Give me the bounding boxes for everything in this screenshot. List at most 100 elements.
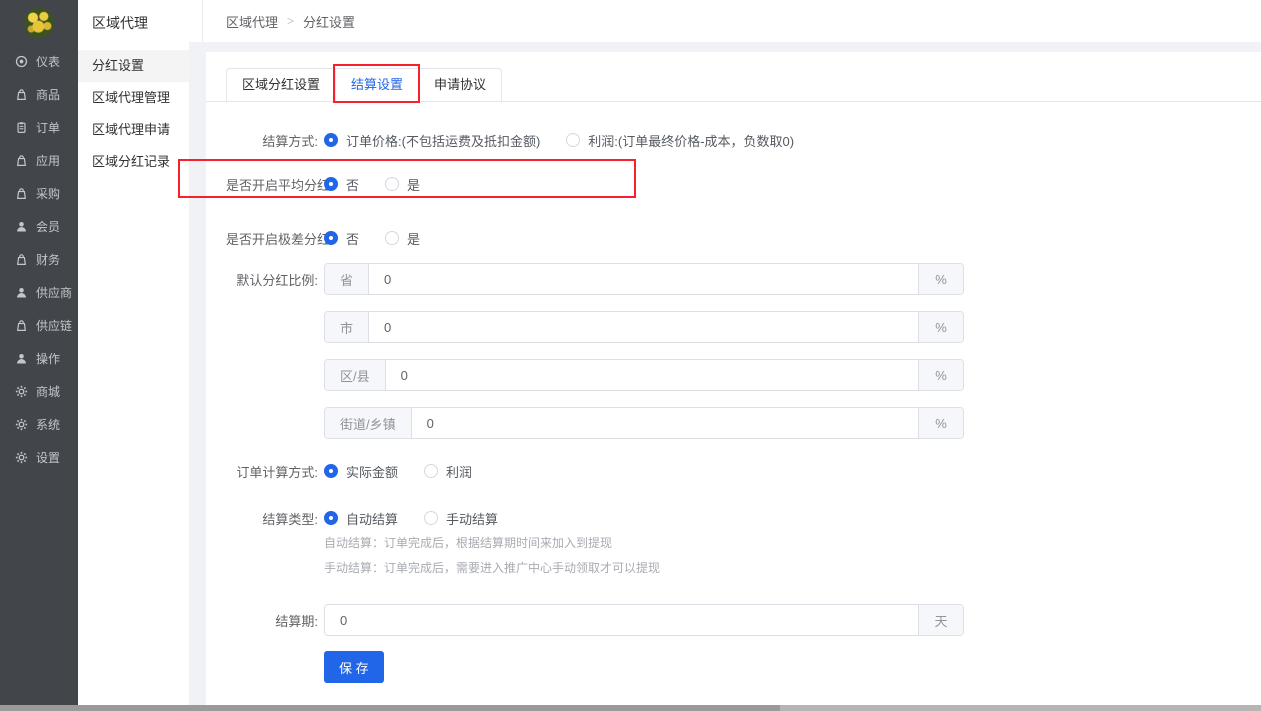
sidebar-item-goods[interactable]: 商品 bbox=[0, 78, 78, 111]
bag-icon bbox=[15, 88, 28, 101]
radio-order-calc-option-1[interactable]: 利润 bbox=[424, 462, 472, 481]
ratio-province-input[interactable] bbox=[369, 264, 918, 294]
form-row-ratio-city: 市% bbox=[206, 311, 1261, 343]
sidebar-item-settings[interactable]: 设置 bbox=[0, 441, 78, 474]
button-control: 保 存 bbox=[324, 651, 384, 683]
hint-control: 自动结算：订单完成后，根据结算期时间来加入到提现 bbox=[324, 534, 612, 551]
radio-label: 否 bbox=[346, 175, 359, 194]
submenu-item-dividend-settings[interactable]: 分红设置 bbox=[78, 50, 189, 82]
sidebar-item-dashboard[interactable]: 仪表 bbox=[0, 45, 78, 78]
submenu-item-agent-management[interactable]: 区域代理管理 bbox=[78, 82, 189, 114]
ratio-street-input[interactable] bbox=[412, 408, 918, 438]
breadcrumb-item-parent[interactable]: 区域代理 bbox=[226, 12, 278, 31]
sidebar-item-system[interactable]: 系统 bbox=[0, 408, 78, 441]
field-label: 结算期: bbox=[226, 611, 318, 630]
field-label: 默认分红比例: bbox=[226, 270, 318, 289]
sidebar-item-mall[interactable]: 商城 bbox=[0, 375, 78, 408]
radio-range-dividend-option-1[interactable]: 是 bbox=[385, 229, 420, 248]
radio-range-dividend-option-0[interactable]: 否 bbox=[324, 229, 359, 248]
bag-icon bbox=[15, 319, 28, 332]
tab-region-dividend[interactable]: 区域分红设置 bbox=[227, 69, 335, 101]
ratio-district-input[interactable] bbox=[386, 360, 918, 390]
radio-average-dividend-option-1[interactable]: 是 bbox=[385, 175, 420, 194]
radio-order-calc-option-0[interactable]: 实际金额 bbox=[324, 462, 398, 481]
form-row-ratio-district: 区/县% bbox=[206, 359, 1261, 391]
tab-settlement[interactable]: 结算设置 bbox=[335, 69, 418, 101]
clipboard-icon bbox=[15, 121, 28, 134]
input-suffix-addon: % bbox=[918, 312, 963, 342]
radio-settlement-type-option-1[interactable]: 手动结算 bbox=[424, 509, 498, 528]
radio-group-range-dividend: 否是 bbox=[324, 229, 446, 248]
ratio-city-input[interactable] bbox=[369, 312, 918, 342]
sidebar-item-label: 系统 bbox=[36, 416, 60, 433]
input-suffix-addon: % bbox=[918, 360, 963, 390]
field-label: 订单计算方式: bbox=[226, 462, 318, 481]
radio-unchecked-icon bbox=[424, 511, 438, 525]
form-row-settlement-period: 结算期: 天 bbox=[206, 604, 1261, 636]
radio-settlement-method-option-1[interactable]: 利润:(订单最终价格-成本，负数取0) bbox=[566, 131, 794, 150]
radio-group-settlement-method: 订单价格:(不包括运费及抵扣金额) 利润:(订单最终价格-成本，负数取0) bbox=[324, 131, 820, 150]
radio-checked-icon bbox=[324, 133, 338, 147]
sidebar-item-label: 订单 bbox=[36, 119, 60, 136]
breadcrumb-item-current: 分红设置 bbox=[303, 12, 355, 31]
sidebar-item-finance[interactable]: 财务 bbox=[0, 243, 78, 276]
settlement-settings-form: 结算方式: 订单价格:(不包括运费及抵扣金额) 利润:(订单最终价格-成本，负数取0… bbox=[206, 130, 1261, 683]
radio-label: 是 bbox=[407, 229, 420, 248]
sidebar-item-operations[interactable]: 操作 bbox=[0, 342, 78, 375]
form-row-order-calc: 订单计算方式: 实际金额 利润 bbox=[206, 461, 1261, 481]
sidebar-item-label: 财务 bbox=[36, 251, 60, 268]
tabs-group: 区域分红设置结算设置申请协议 bbox=[226, 68, 502, 101]
gear-icon bbox=[15, 385, 28, 398]
sidebar-item-label: 会员 bbox=[36, 218, 60, 235]
radio-group-settlement-type: 自动结算 手动结算 bbox=[324, 509, 524, 528]
input-row-control: 市% bbox=[324, 311, 964, 343]
field-label: 结算方式: bbox=[226, 131, 318, 150]
radio-settlement-type-option-0[interactable]: 自动结算 bbox=[324, 509, 398, 528]
radio-label: 是 bbox=[407, 175, 420, 194]
sidebar-item-members[interactable]: 会员 bbox=[0, 210, 78, 243]
sidebar-item-label: 供应链 bbox=[36, 317, 72, 334]
input-prefix-addon: 市 bbox=[325, 312, 369, 342]
horizontal-scrollbar[interactable] bbox=[0, 705, 1261, 711]
hint-control: 手动结算：订单完成后，需要进入推广中心手动领取才可以提现 bbox=[324, 559, 660, 576]
radio-unchecked-icon bbox=[385, 231, 399, 245]
submenu-item-dividend-records[interactable]: 区域分红记录 bbox=[78, 146, 189, 178]
input-group-settlement-period: 天 bbox=[324, 604, 964, 636]
field-label: 是否开启平均分红: bbox=[226, 175, 318, 194]
sidebar-item-purchase[interactable]: 采购 bbox=[0, 177, 78, 210]
user-icon bbox=[15, 352, 28, 365]
breadcrumb: 区域代理 > 分红设置 bbox=[226, 0, 355, 42]
horizontal-scrollbar-thumb[interactable] bbox=[0, 705, 780, 711]
sidebar-item-apps[interactable]: 应用 bbox=[0, 144, 78, 177]
user-icon bbox=[15, 220, 28, 233]
sidebar-item-orders[interactable]: 订单 bbox=[0, 111, 78, 144]
submenu-title: 区域代理 bbox=[78, 0, 189, 42]
tab-agreement[interactable]: 申请协议 bbox=[418, 69, 501, 101]
input-suffix-addon: % bbox=[918, 408, 963, 438]
radio-label: 订单价格:(不包括运费及抵扣金额) bbox=[346, 131, 540, 150]
radio-average-dividend-option-0[interactable]: 否 bbox=[324, 175, 359, 194]
input-prefix-addon: 街道/乡镇 bbox=[325, 408, 412, 438]
sidebar-item-supply-chain[interactable]: 供应链 bbox=[0, 309, 78, 342]
breadcrumb-bar: 区域代理 > 分红设置 bbox=[189, 0, 1261, 42]
input-row-control: 区/县% bbox=[324, 359, 964, 391]
sidebar-item-suppliers[interactable]: 供应商 bbox=[0, 276, 78, 309]
hint-text: 手动结算：订单完成后，需要进入推广中心手动领取才可以提现 bbox=[324, 559, 660, 576]
radio-unchecked-icon bbox=[385, 177, 399, 191]
bag-icon bbox=[15, 253, 28, 266]
form-row-average-dividend: 是否开启平均分红: 否 是 bbox=[206, 174, 1261, 194]
secondary-sidebar: 区域代理 分红设置区域代理管理区域代理申请区域分红记录 bbox=[78, 0, 189, 711]
radio-checked-icon bbox=[324, 464, 338, 478]
radio-label: 手动结算 bbox=[446, 509, 498, 528]
hint-text: 自动结算：订单完成后，根据结算期时间来加入到提现 bbox=[324, 534, 612, 551]
form-row-ratio-province: 默认分红比例:省% bbox=[206, 263, 1261, 295]
form-row-save: 保 存 bbox=[206, 651, 1261, 683]
sidebar-item-label: 供应商 bbox=[36, 284, 72, 301]
save-button[interactable]: 保 存 bbox=[324, 651, 384, 683]
submenu-item-agent-application[interactable]: 区域代理申请 bbox=[78, 114, 189, 146]
content-card: 区域分红设置结算设置申请协议 结算方式: 订单价格:(不包括运费及抵扣金额) 利润:… bbox=[206, 52, 1261, 711]
settlement-period-input[interactable] bbox=[325, 605, 918, 635]
sidebar-item-label: 商城 bbox=[36, 383, 60, 400]
radio-settlement-method-option-0[interactable]: 订单价格:(不包括运费及抵扣金额) bbox=[324, 131, 540, 150]
radio-checked-icon bbox=[324, 231, 338, 245]
